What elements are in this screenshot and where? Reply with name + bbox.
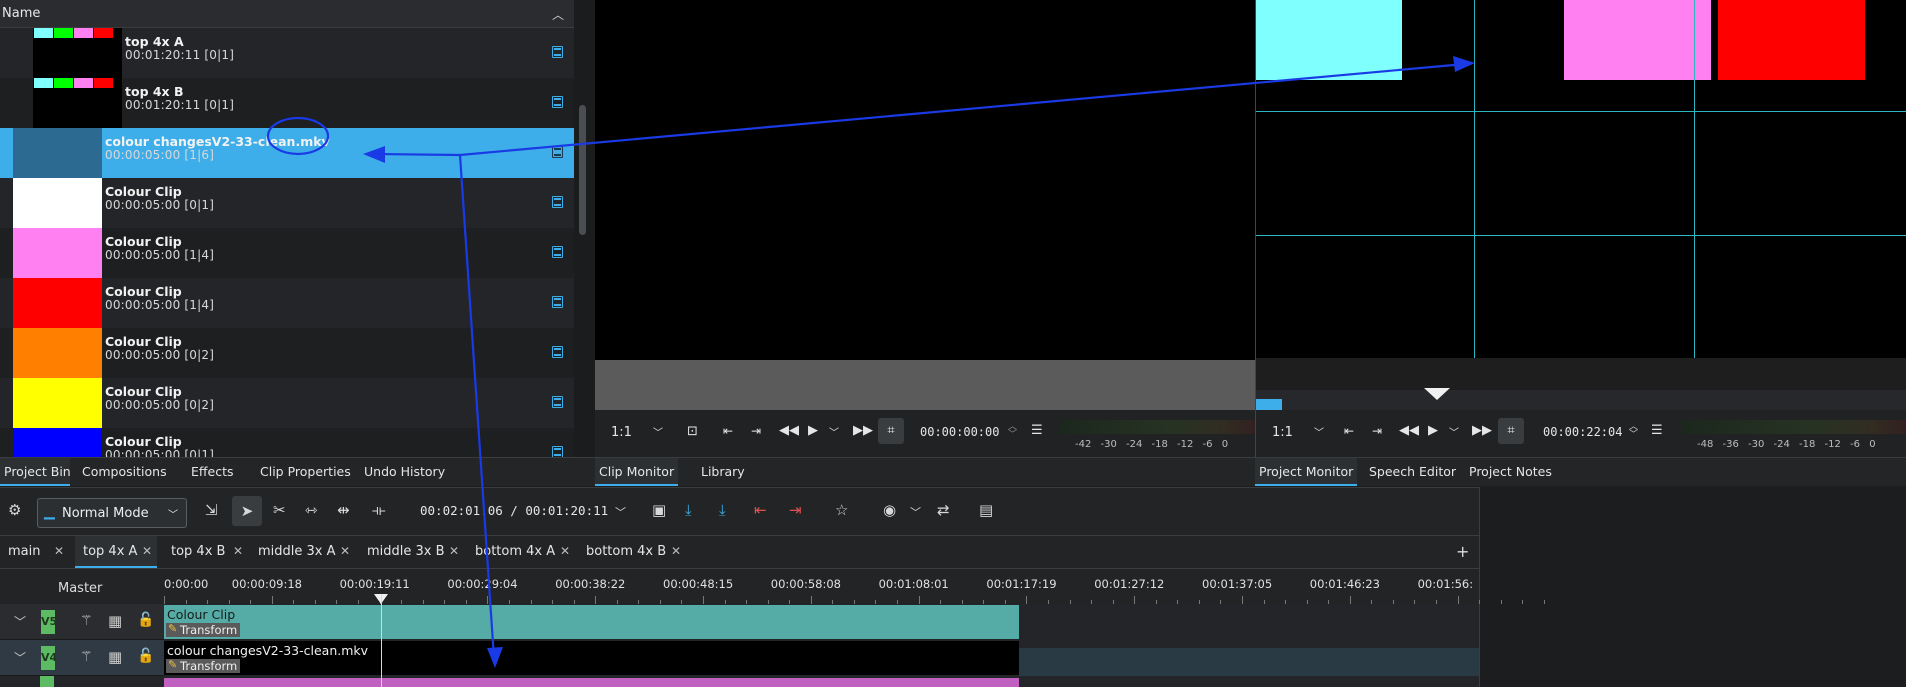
arrow-head: [1453, 56, 1475, 72]
annotation-arrow-to-timeline: [458, 154, 496, 659]
arrow-head: [487, 647, 503, 668]
annotation-overlay: [266, 56, 1475, 668]
annotation-circle: [266, 116, 330, 156]
arrow-head: [363, 146, 385, 163]
annotation-arrow-to-monitor: [459, 62, 1466, 157]
annotation-arrow-to-bin: [374, 152, 461, 157]
